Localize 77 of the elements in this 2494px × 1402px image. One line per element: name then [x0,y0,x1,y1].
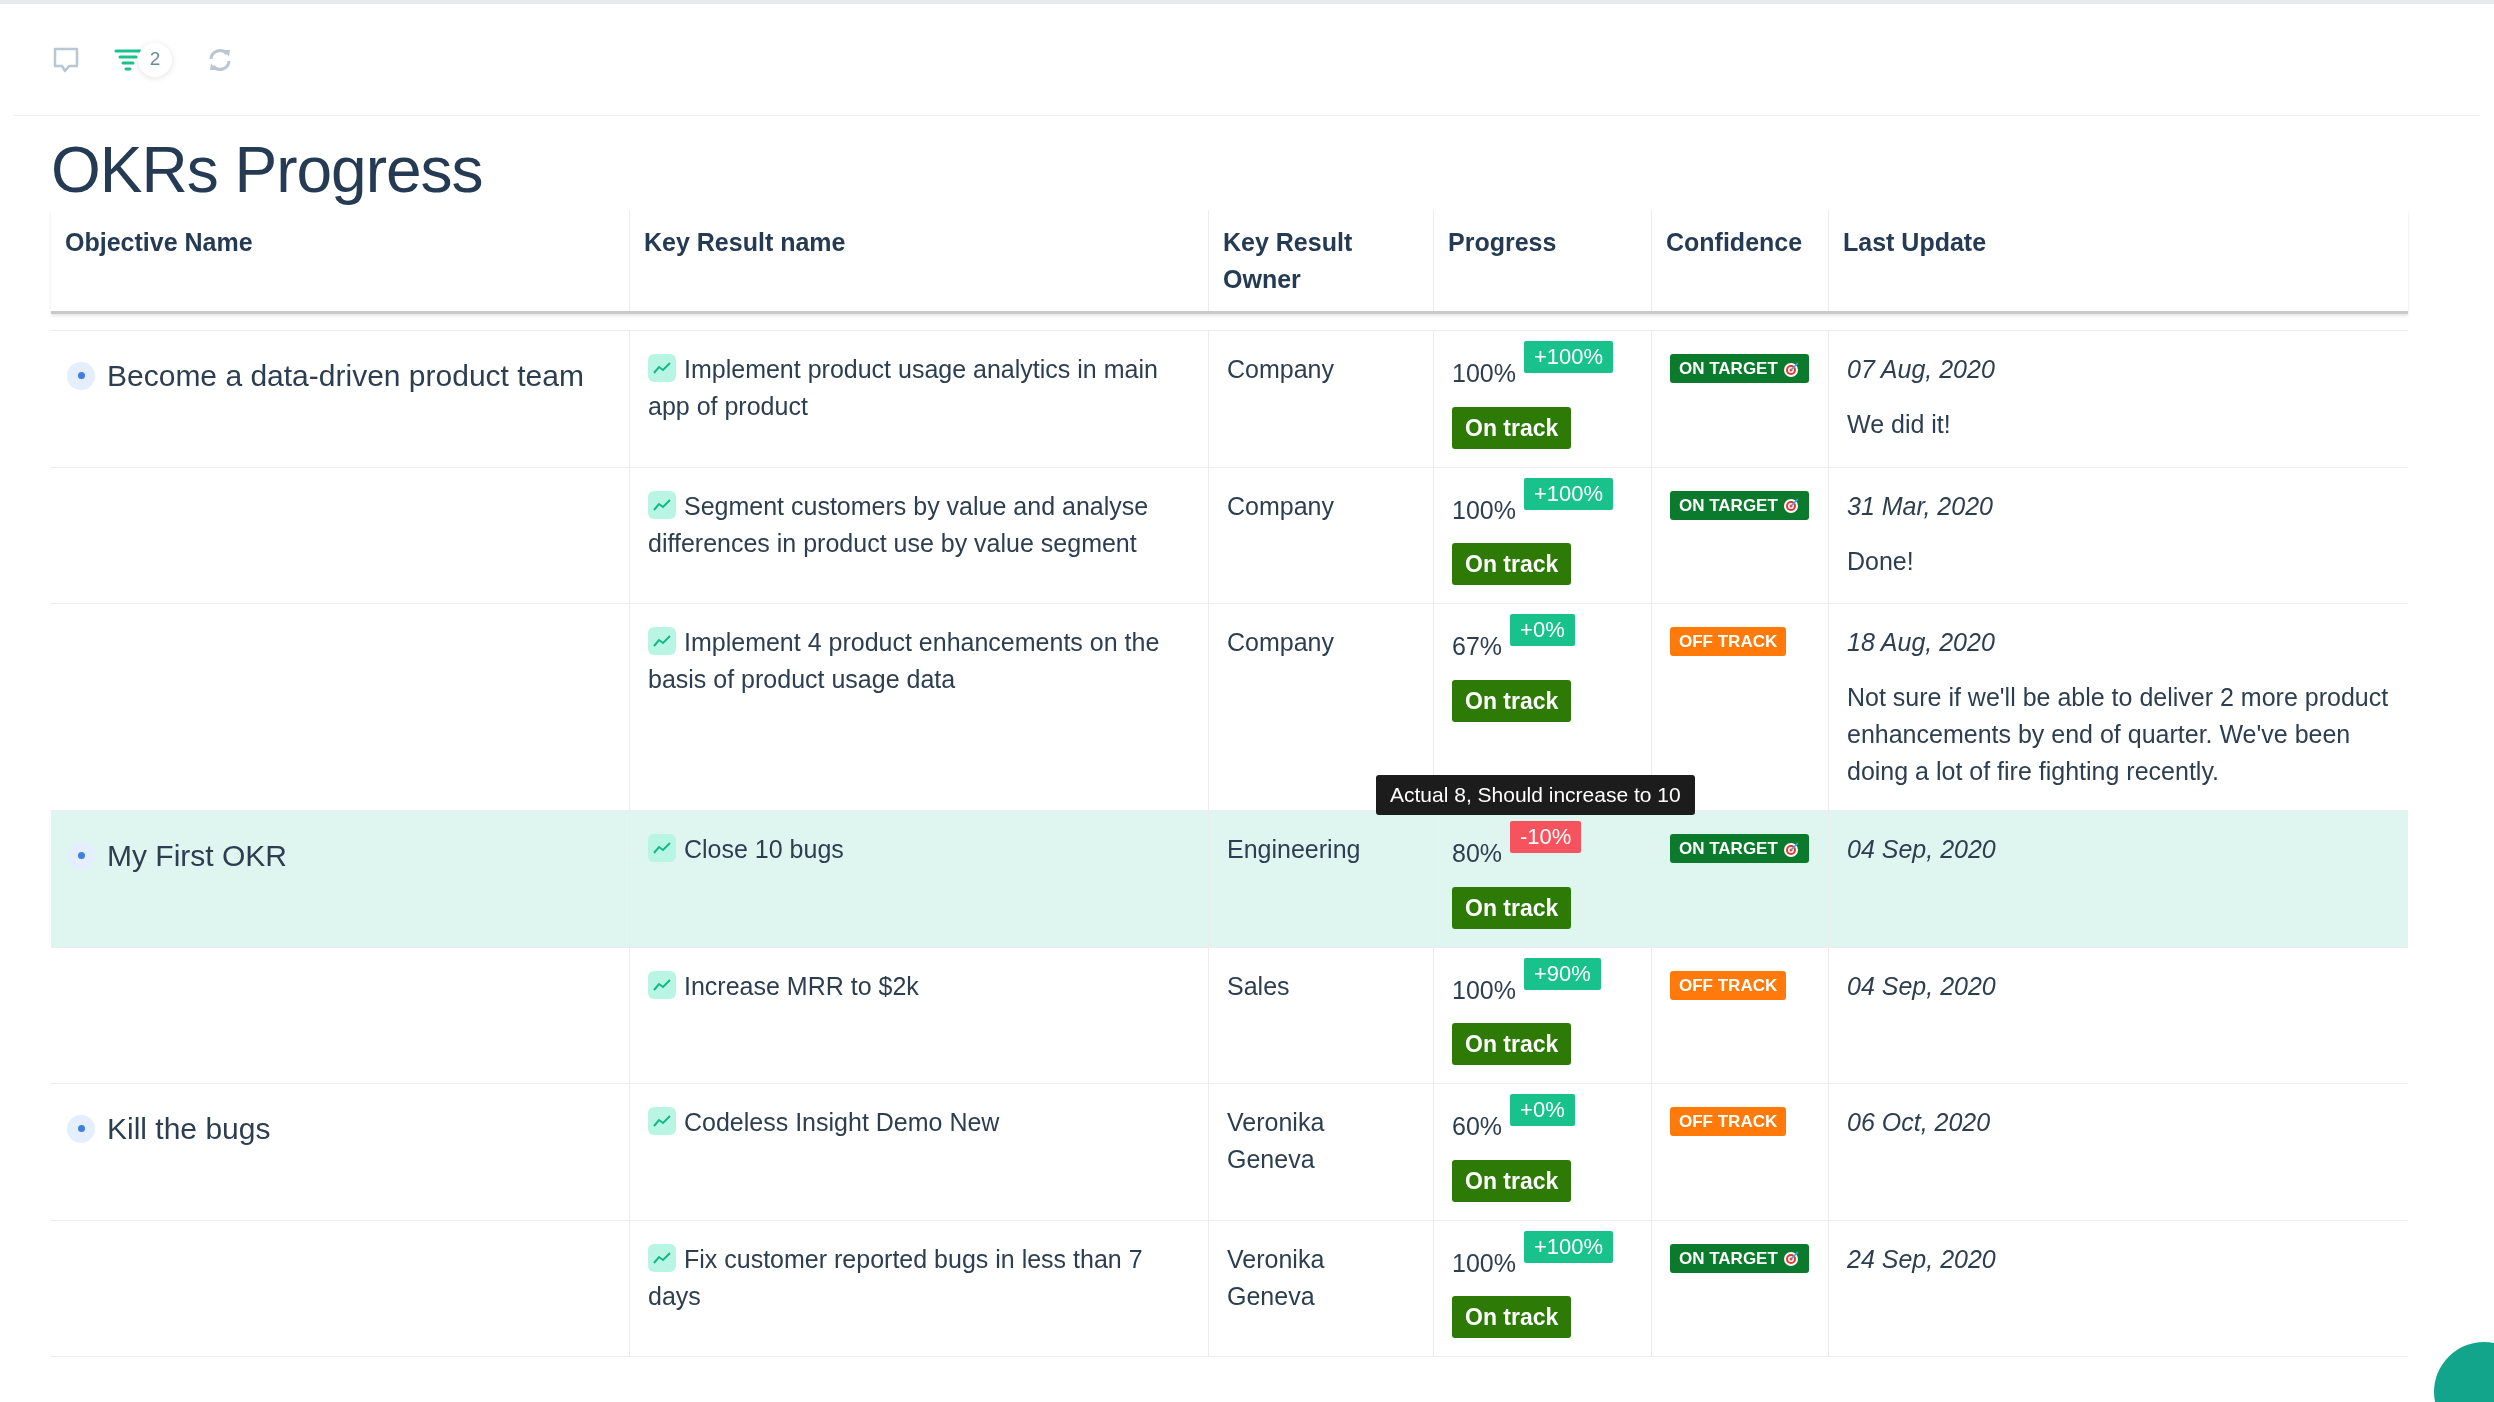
column-header[interactable]: Key Result Owner [1223,224,1373,298]
trend-icon [648,490,676,519]
comment-icon[interactable] [52,45,80,74]
objective-name: Become a data-driven product team [107,358,584,394]
change-badge: +0% [1510,1094,1575,1126]
owner-name: Company [1227,354,1335,385]
update-date: 07 Aug, 2020 [1847,354,1996,385]
status-badge: On track [1452,1159,1572,1202]
trend-icon [648,1107,676,1135]
key-result-name: Close 10 bugs [648,831,1190,868]
status-badge: On track [1452,1296,1572,1338]
confidence-badge: ON TARGET [1670,354,1809,383]
page-title: OKRs Progress [51,133,484,208]
confidence-badge: OFF TRACK [1670,970,1787,1000]
trend-icon [648,354,676,382]
target-icon [1781,359,1800,378]
column-header[interactable]: Last Update [1843,224,2394,261]
status-badge: On track [1452,406,1572,449]
filter-icon[interactable] [114,47,142,72]
update-comment: We did it! [1847,409,1952,440]
trend-icon [648,970,676,999]
target-icon [1781,839,1800,858]
objective-name: Kill the bugs [107,1111,271,1147]
status-badge: On track [1452,543,1572,585]
status-badge: On track [1452,886,1572,929]
target-icon [1781,496,1800,514]
filter-count-badge: 2 [138,42,172,77]
update-date: 06 Oct, 2020 [1847,1107,1992,1138]
update-comment: Not sure if we'll be able to deliver 2 more product enhancements by end of quarter. We've been doing a lot of fire fighting recently. [1847,682,2390,787]
key-result-name: Increase MRR to $2k [648,967,1190,1005]
key-result-name: Implement product usage analytics in main app of product [648,353,1159,422]
trend-icon [648,627,676,655]
update-date: 04 Sep, 2020 [1847,834,1997,865]
target-icon [1781,1249,1800,1267]
confidence-badge: ON TARGET [1670,490,1809,520]
key-result-name: Implement 4 product enhancements on the basis of product usage data [648,626,1161,695]
progress-value: 80% [1452,838,1503,869]
owner-name: Company [1227,627,1335,658]
update-date: 18 Aug, 2020 [1847,627,1996,658]
update-date: 31 Mar, 2020 [1847,490,1994,522]
change-badge: +100% [1523,341,1614,373]
owner-name: Veronika Geneva [1227,1107,1326,1175]
owner-name: Sales [1227,970,1291,1002]
trend-icon [648,1243,676,1272]
key-result-name: Fix customer reported bugs in less than 7 days [648,1242,1144,1312]
update-date: 24 Sep, 2020 [1847,1243,1997,1275]
key-result-name: Codeless Insight Demo New [648,1104,1190,1141]
status-badge: On track [1452,679,1572,722]
change-badge: +90% [1523,957,1601,990]
update-comment: Done! [1847,545,1915,577]
change-badge: +100% [1523,1230,1614,1263]
progress-value: 100% [1452,974,1516,1006]
column-header[interactable]: Objective Name [65,224,615,261]
key-result-name: Segment customers by value and analyse differences in product use by value segment [648,489,1150,559]
progress-value: 60% [1452,1111,1503,1142]
owner-name: Company [1227,490,1335,522]
progress-value: 67% [1452,631,1503,662]
progress-value: 100% [1452,358,1516,389]
confidence-badge: ON TARGET [1670,834,1809,863]
column-header[interactable]: Key Result name [644,224,1194,261]
change-badge: -10% [1510,821,1582,853]
column-header[interactable]: Progress [1448,224,1637,261]
column-header[interactable]: Confidence [1666,224,1814,261]
change-badge: +0% [1510,614,1575,646]
objective-name: My First OKR [107,838,287,874]
confidence-badge: ON TARGET [1670,1243,1809,1273]
progress-value: 100% [1452,1247,1516,1279]
progress-value: 100% [1452,494,1516,526]
confidence-badge: OFF TRACK [1670,627,1787,656]
change-badge: +100% [1523,477,1614,510]
confidence-badge: OFF TRACK [1670,1107,1787,1136]
trend-icon [648,834,676,862]
owner-name: Engineering [1227,834,1362,865]
update-date: 04 Sep, 2020 [1847,970,1997,1002]
owner-name: Veronika Geneva [1227,1243,1326,1312]
status-badge: On track [1452,1023,1572,1065]
tooltip: Actual 8, Should increase to 10 [1376,775,1695,815]
